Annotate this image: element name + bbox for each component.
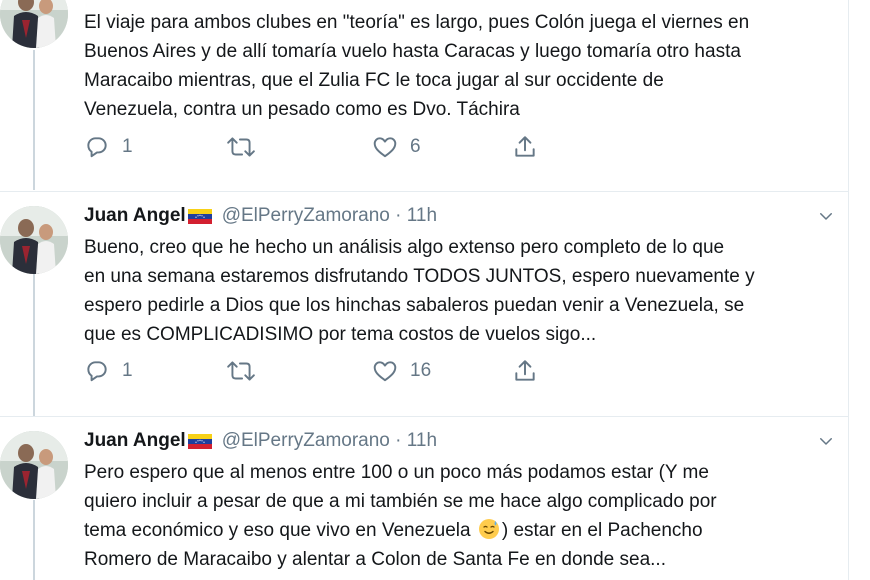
share-button[interactable]	[512, 357, 538, 385]
tweet-actions: 1 16	[84, 357, 554, 385]
chevron-down-icon[interactable]	[817, 432, 835, 450]
column-border	[848, 0, 849, 580]
avatar[interactable]	[0, 0, 68, 48]
author-handle[interactable]: @ElPerryZamorano · 11h	[222, 430, 437, 452]
like-icon	[373, 361, 397, 382]
reply-button[interactable]: 1	[84, 133, 133, 161]
thread-line	[33, 50, 35, 190]
thread-line	[33, 500, 35, 580]
share-button[interactable]	[512, 133, 538, 161]
tweet-actions: 1 6	[84, 133, 554, 161]
retweet-icon	[227, 137, 255, 157]
tweet-text: Pero espero que al menos entre 100 o un …	[84, 462, 717, 570]
like-button[interactable]: 6	[372, 133, 421, 161]
divider	[0, 191, 848, 192]
tweet-header: Juan Angel @ElPerryZamorano · 11h	[84, 204, 437, 228]
tweet-text: Bueno, creo que he hecho un análisis alg…	[84, 237, 755, 345]
author-handle[interactable]: @ElPerryZamorano · 11h	[222, 205, 437, 227]
venezuela-flag-icon	[187, 208, 212, 224]
divider	[0, 416, 848, 417]
reply-count: 1	[122, 360, 133, 381]
reply-count: 1	[122, 136, 133, 157]
retweet-button[interactable]	[226, 357, 256, 385]
like-button[interactable]: 16	[372, 357, 431, 385]
retweet-icon	[227, 361, 255, 381]
thread-line	[33, 274, 35, 416]
reply-button[interactable]: 1	[84, 357, 133, 385]
avatar[interactable]	[0, 206, 68, 274]
chevron-down-icon[interactable]	[817, 207, 835, 225]
tweet-header: Juan Angel @ElPerryZamorano · 11h	[84, 429, 437, 453]
avatar[interactable]	[0, 431, 68, 499]
reply-icon	[87, 137, 107, 158]
reply-icon	[87, 361, 107, 382]
like-count: 6	[410, 136, 421, 157]
author-name[interactable]: Juan Angel	[84, 430, 186, 452]
share-icon	[515, 360, 535, 381]
venezuela-flag-icon	[187, 433, 212, 449]
share-icon	[515, 136, 535, 157]
retweet-button[interactable]	[226, 133, 256, 161]
like-count: 16	[410, 360, 432, 381]
author-name[interactable]: Juan Angel	[84, 205, 186, 227]
tweet-text: El viaje para ambos clubes en "teoría" e…	[84, 12, 750, 120]
like-icon	[373, 137, 397, 158]
sweat-smile-emoji	[478, 519, 499, 539]
